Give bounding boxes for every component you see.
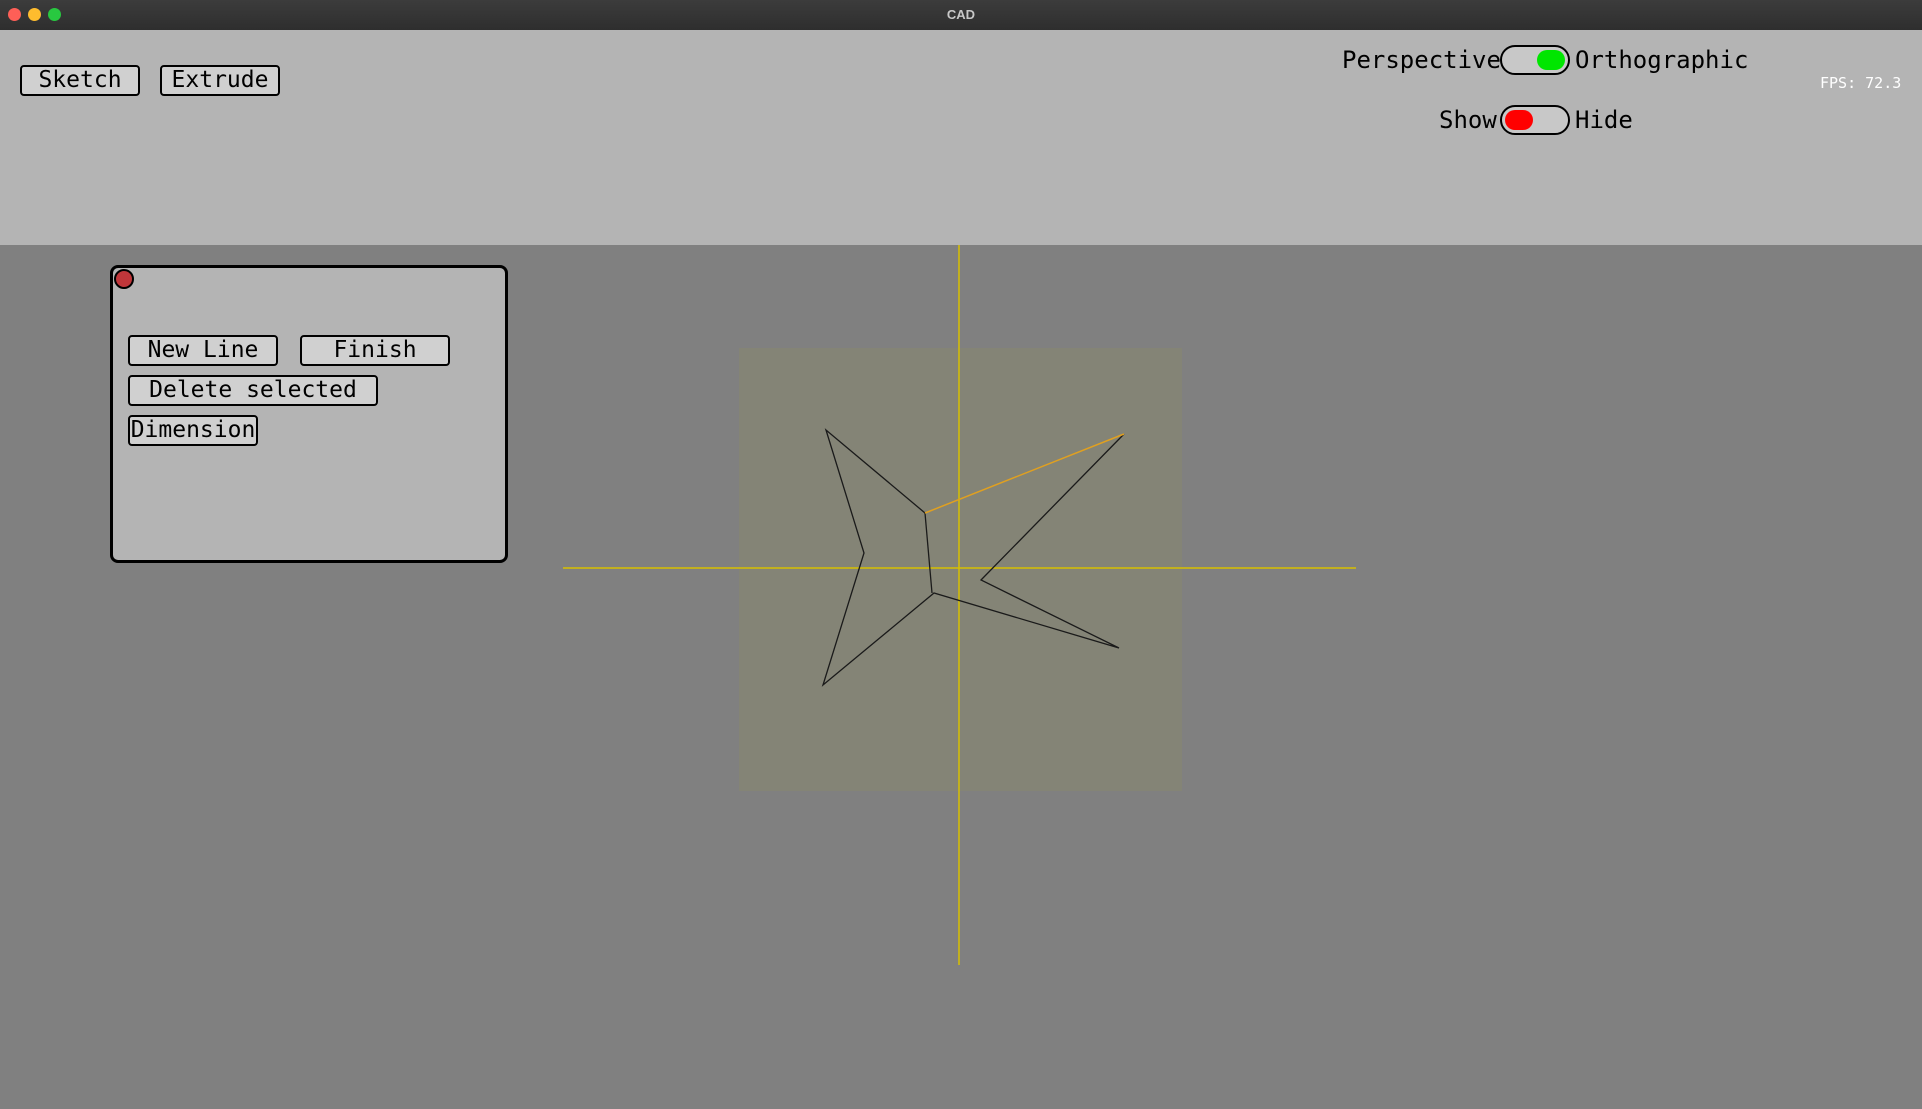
sketch-panel: New Line Finish Delete selected Dimensio… (110, 265, 508, 563)
cad-app: CAD Sketch Extrude Perspective Orthograp… (0, 0, 1922, 1109)
delete-selected-button[interactable]: Delete selected (128, 375, 378, 406)
dimension-button[interactable]: Dimension (128, 415, 258, 446)
finish-button[interactable]: Finish (300, 335, 450, 366)
sketch-plane[interactable] (739, 348, 1182, 791)
panel-close-icon[interactable] (114, 269, 134, 289)
new-line-button[interactable]: New Line (128, 335, 278, 366)
